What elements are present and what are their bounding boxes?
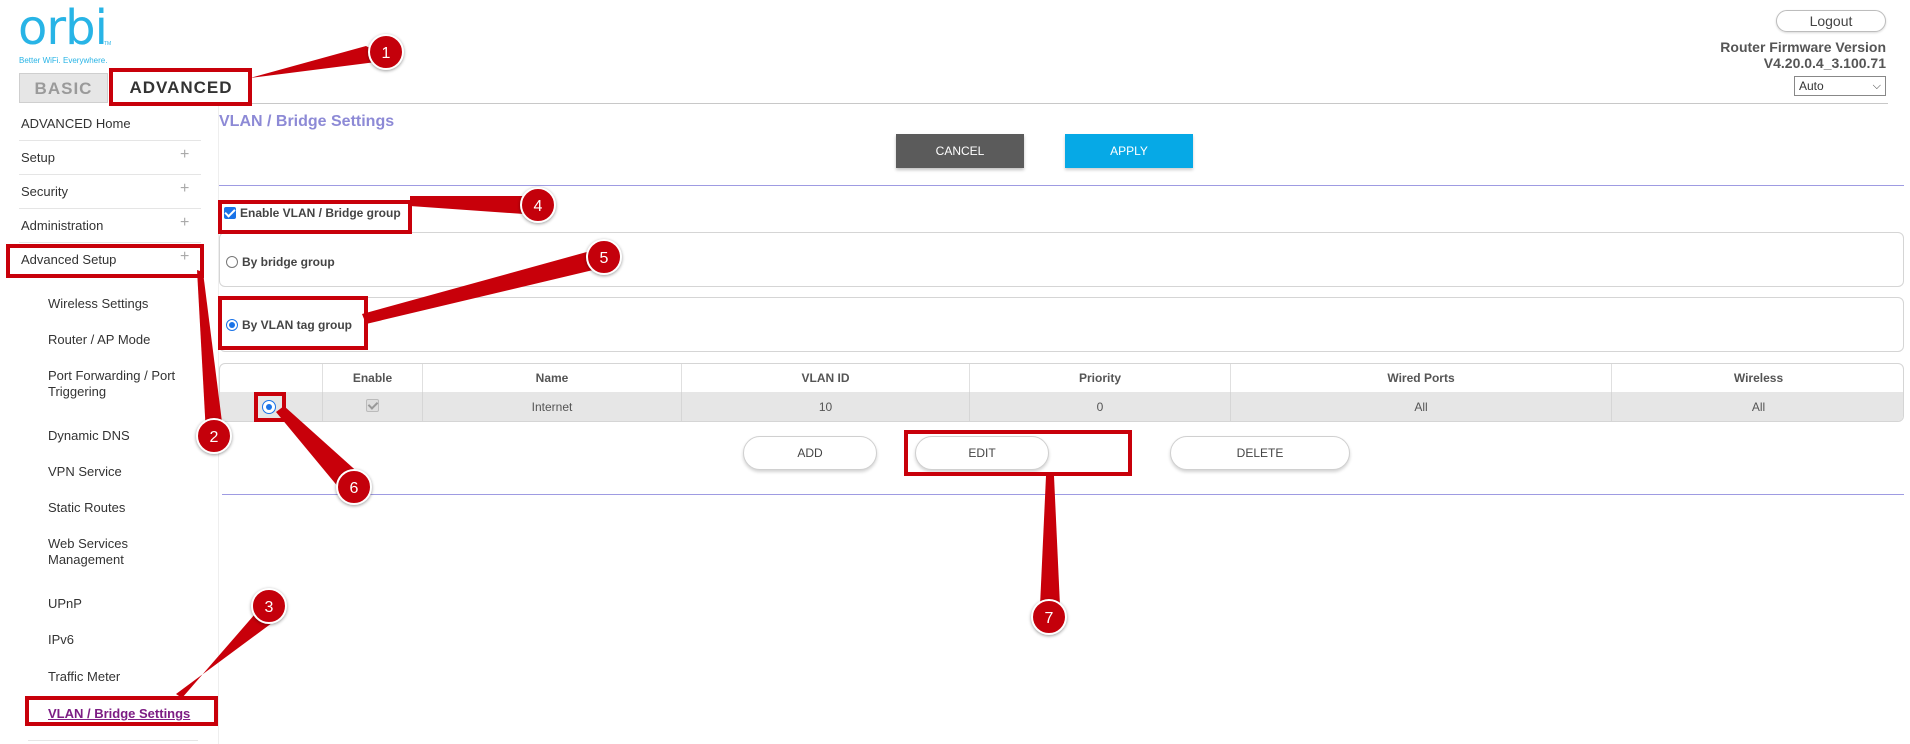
- annotation-badge-6: 6: [336, 469, 372, 505]
- highlight-edit-button: [904, 430, 1132, 476]
- highlight-vlan-tag-option: [218, 296, 368, 350]
- annotation-badge-7: 7: [1031, 599, 1067, 635]
- highlight-enable-vlan: [218, 200, 412, 234]
- pointer-4: [410, 196, 530, 214]
- annotation-badge-4: 4: [520, 187, 556, 223]
- annotation-pointers: [176, 46, 1060, 698]
- highlight-row-radio: [254, 392, 286, 422]
- highlight-advanced-setup: [6, 244, 204, 278]
- highlight-advanced-tab: [109, 68, 252, 106]
- pointer-7: [1040, 476, 1060, 606]
- annotation-badge-3: 3: [251, 588, 287, 624]
- annotation-badge-5: 5: [586, 239, 622, 275]
- highlight-vlan-bridge-link: [25, 696, 218, 726]
- annotation-badge-2: 2: [196, 418, 232, 454]
- pointer-2: [197, 270, 223, 434]
- annotation-badge-1: 1: [368, 34, 404, 70]
- pointer-5: [362, 250, 610, 324]
